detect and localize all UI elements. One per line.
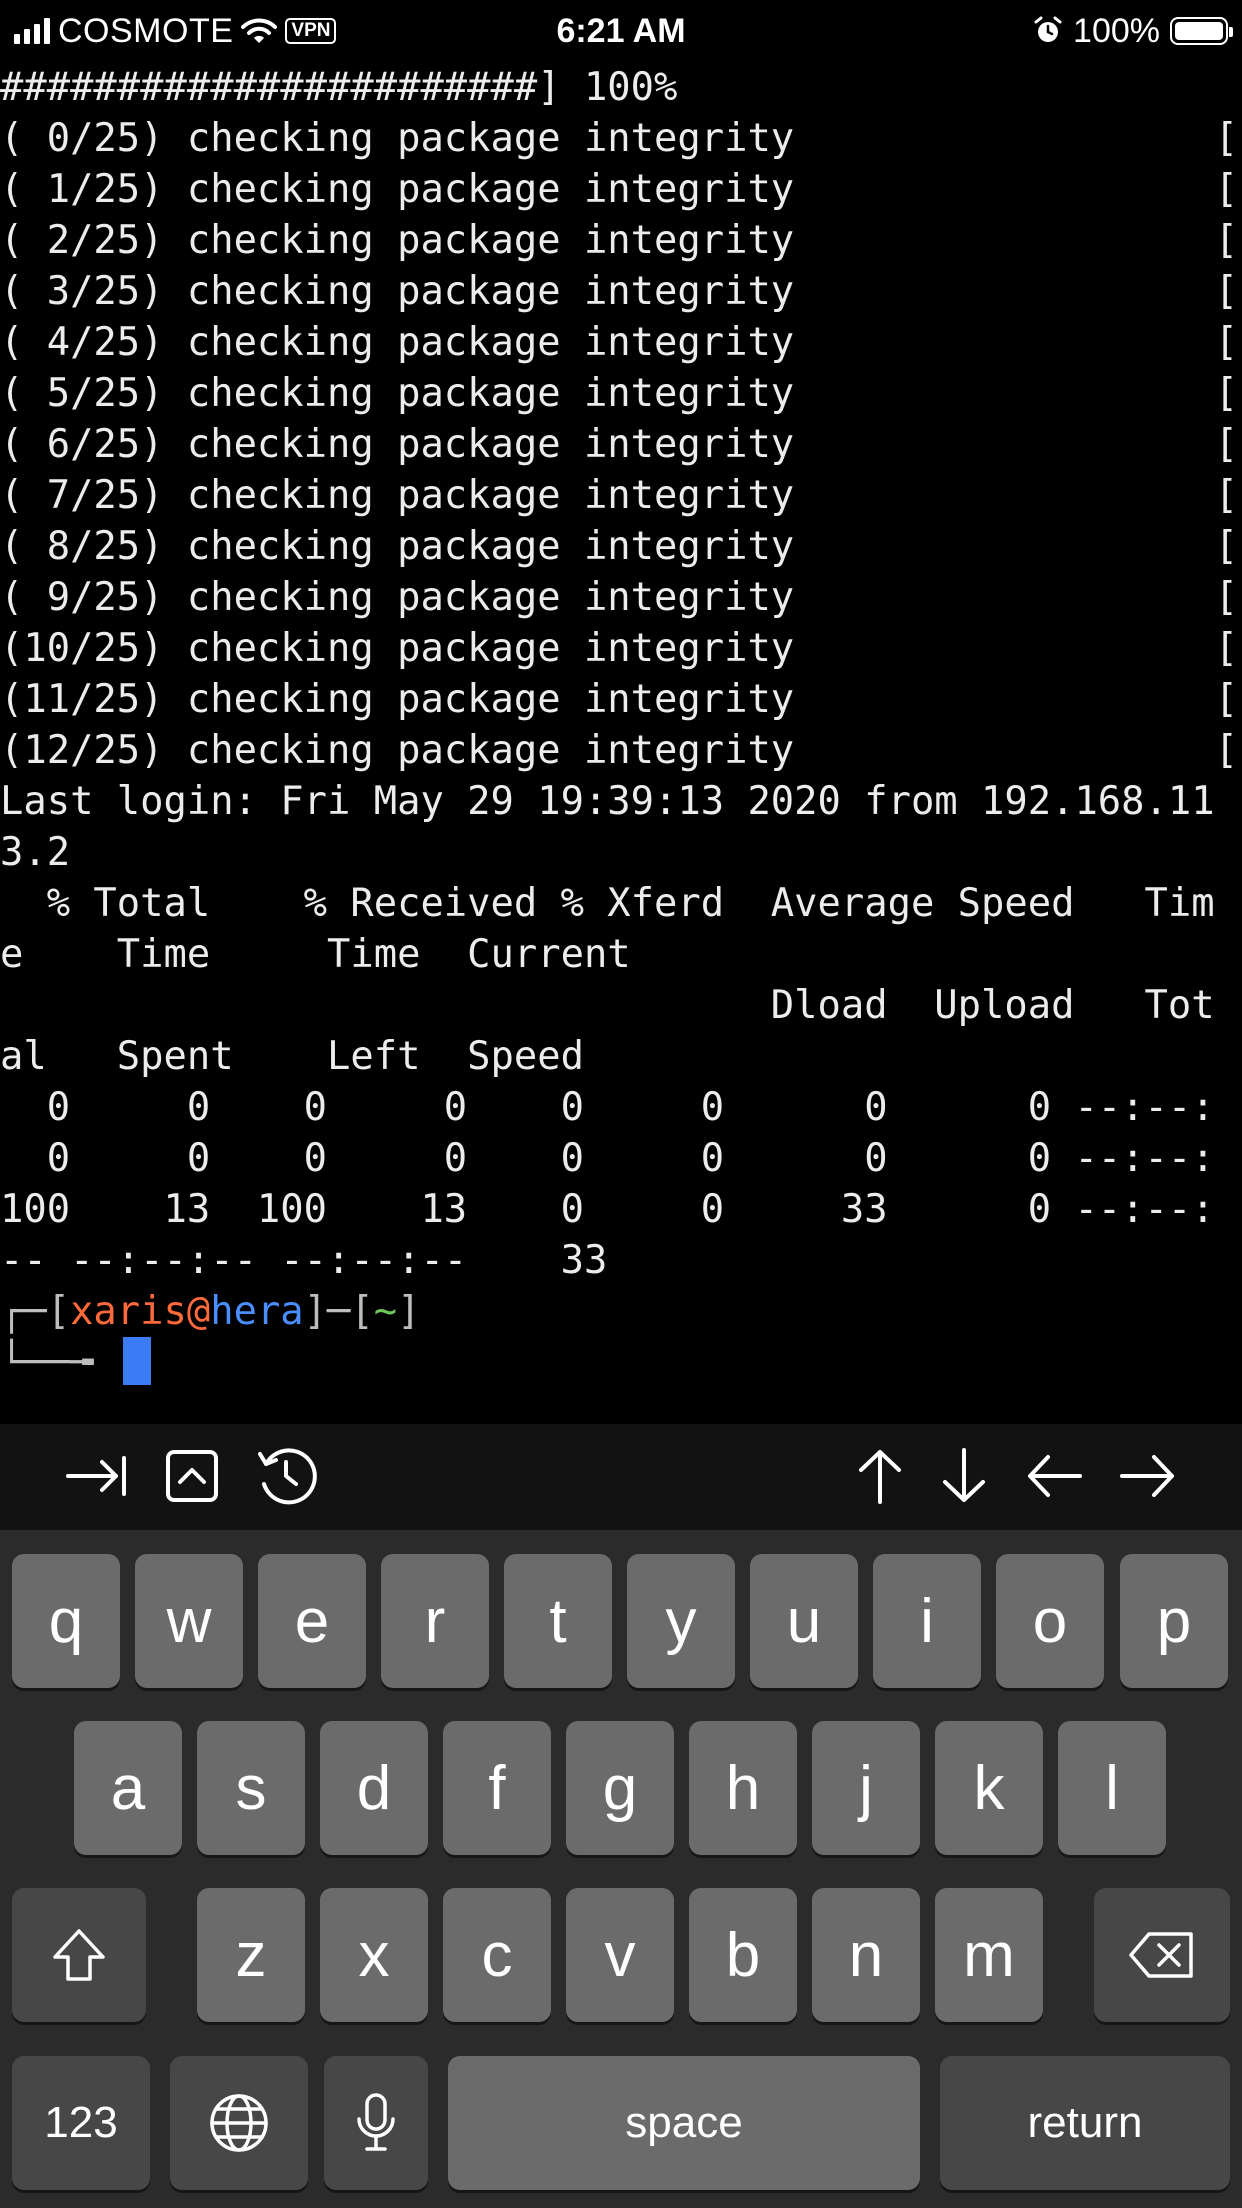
- globe-icon: [210, 2094, 268, 2152]
- prompt-at: @: [186, 1289, 211, 1334]
- terminal-line: ( 3/25) checking package integrity [: [0, 269, 1238, 314]
- terminal-line: ( 2/25) checking package integrity [: [0, 218, 1238, 263]
- prompt-close: ]: [397, 1289, 421, 1334]
- prompt-line-2: └──╼: [0, 1337, 1242, 1388]
- terminal-line: al Spent Left Speed: [0, 1034, 584, 1079]
- key-v[interactable]: v: [566, 1888, 674, 2022]
- shift-key[interactable]: [12, 1888, 146, 2022]
- microphone-icon: [357, 2093, 395, 2151]
- history-icon[interactable]: [248, 1438, 324, 1514]
- terminal-line: (11/25) checking package integrity [: [0, 677, 1238, 722]
- key-s[interactable]: s: [197, 1721, 305, 1855]
- terminal-line: 3.2: [0, 830, 71, 875]
- key-p[interactable]: p: [1120, 1554, 1228, 1688]
- terminal-line: Last login: Fri May 29 19:39:13 2020 fro…: [0, 779, 1215, 824]
- terminal-output[interactable]: #######################] 100% ( 0/25) che…: [0, 62, 1242, 1424]
- terminal-line: e Time Time Current: [0, 932, 631, 977]
- terminal-line: 0 0 0 0 0 0 0 0 --:--:: [0, 1136, 1215, 1181]
- prompt-user: xaris: [70, 1289, 187, 1334]
- key-j[interactable]: j: [812, 1721, 920, 1855]
- key-a[interactable]: a: [74, 1721, 182, 1855]
- space-key[interactable]: space: [448, 2056, 920, 2190]
- status-bar: COSMOTE VPN 6:21 AM 100%: [0, 0, 1242, 62]
- globe-key[interactable]: [170, 2056, 308, 2190]
- tab-icon[interactable]: [58, 1438, 134, 1514]
- terminal-line: % Total % Received % Xferd Average Speed…: [0, 881, 1215, 926]
- status-right: 100%: [1033, 0, 1233, 62]
- terminal-line: ( 4/25) checking package integrity [: [0, 320, 1238, 365]
- key-r[interactable]: r: [381, 1554, 489, 1688]
- key-m[interactable]: m: [935, 1888, 1043, 2022]
- key-x[interactable]: x: [320, 1888, 428, 2022]
- key-g[interactable]: g: [566, 1721, 674, 1855]
- terminal-line: 0 0 0 0 0 0 0 0 --:--:: [0, 1085, 1215, 1130]
- key-b[interactable]: b: [689, 1888, 797, 2022]
- terminal-line: ( 0/25) checking package integrity [: [0, 116, 1238, 161]
- key-u[interactable]: u: [750, 1554, 858, 1688]
- prompt-line-1: ┌─[xaris@hera]─[~]: [0, 1286, 1242, 1337]
- terminal-line: 100 13 100 13 0 0 33 0 --:--:: [0, 1187, 1215, 1232]
- terminal-line: (12/25) checking package integrity [: [0, 728, 1238, 773]
- key-q[interactable]: q: [12, 1554, 120, 1688]
- key-k[interactable]: k: [935, 1721, 1043, 1855]
- arrow-down-icon[interactable]: [926, 1438, 1002, 1514]
- terminal-line: ( 8/25) checking package integrity [: [0, 524, 1238, 569]
- key-f[interactable]: f: [443, 1721, 551, 1855]
- prompt-path: ~: [373, 1289, 398, 1334]
- terminal-shortcut-bar: [0, 1424, 1242, 1530]
- terminal-line: ( 5/25) checking package integrity [: [0, 371, 1238, 416]
- key-l[interactable]: l: [1058, 1721, 1166, 1855]
- dictation-key[interactable]: [324, 2056, 428, 2190]
- prompt-open: ┌─[: [0, 1289, 71, 1334]
- shift-icon: [53, 1929, 105, 1981]
- terminal-line: ( 1/25) checking package integrity [: [0, 167, 1238, 212]
- terminal-line: (10/25) checking package integrity [: [0, 626, 1238, 671]
- keyboard: q w e r t y u i o p a s d f g h j k l z …: [0, 1530, 1242, 2208]
- terminal-line: -- --:--:-- --:--:-- 33: [0, 1238, 608, 1283]
- return-key[interactable]: return: [940, 2056, 1230, 2190]
- arrow-left-icon[interactable]: [1016, 1438, 1092, 1514]
- arrow-right-icon[interactable]: [1110, 1438, 1186, 1514]
- text-cursor[interactable]: [122, 1337, 151, 1385]
- battery-icon: [1170, 17, 1233, 45]
- terminal-line: ( 7/25) checking package integrity [: [0, 473, 1238, 518]
- delete-key[interactable]: [1094, 1888, 1230, 2022]
- key-n[interactable]: n: [812, 1888, 920, 2022]
- terminal-line: Dload Upload Tot: [0, 983, 1215, 1028]
- terminal-line: #######################] 100%: [0, 65, 678, 110]
- backspace-icon: [1129, 1932, 1193, 1978]
- key-t[interactable]: t: [504, 1554, 612, 1688]
- key-e[interactable]: e: [258, 1554, 366, 1688]
- control-icon[interactable]: [154, 1438, 230, 1514]
- terminal-line: ( 9/25) checking package integrity [: [0, 575, 1238, 620]
- arrow-up-icon[interactable]: [842, 1438, 918, 1514]
- key-z[interactable]: z: [197, 1888, 305, 2022]
- key-c[interactable]: c: [443, 1888, 551, 2022]
- prompt-second-line: └──╼: [0, 1340, 117, 1385]
- key-i[interactable]: i: [873, 1554, 981, 1688]
- alarm-icon: [1034, 16, 1062, 42]
- prompt-separator: ]─[: [303, 1289, 374, 1334]
- key-h[interactable]: h: [689, 1721, 797, 1855]
- prompt-host: hera: [210, 1289, 304, 1334]
- numbers-key[interactable]: 123: [12, 2056, 150, 2190]
- key-d[interactable]: d: [320, 1721, 428, 1855]
- key-w[interactable]: w: [135, 1554, 243, 1688]
- terminal-line: ( 6/25) checking package integrity [: [0, 422, 1238, 467]
- key-o[interactable]: o: [996, 1554, 1104, 1688]
- battery-percent: 100%: [1073, 11, 1160, 50]
- key-y[interactable]: y: [627, 1554, 735, 1688]
- terminal-lines: #######################] 100% ( 0/25) che…: [0, 62, 1242, 1286]
